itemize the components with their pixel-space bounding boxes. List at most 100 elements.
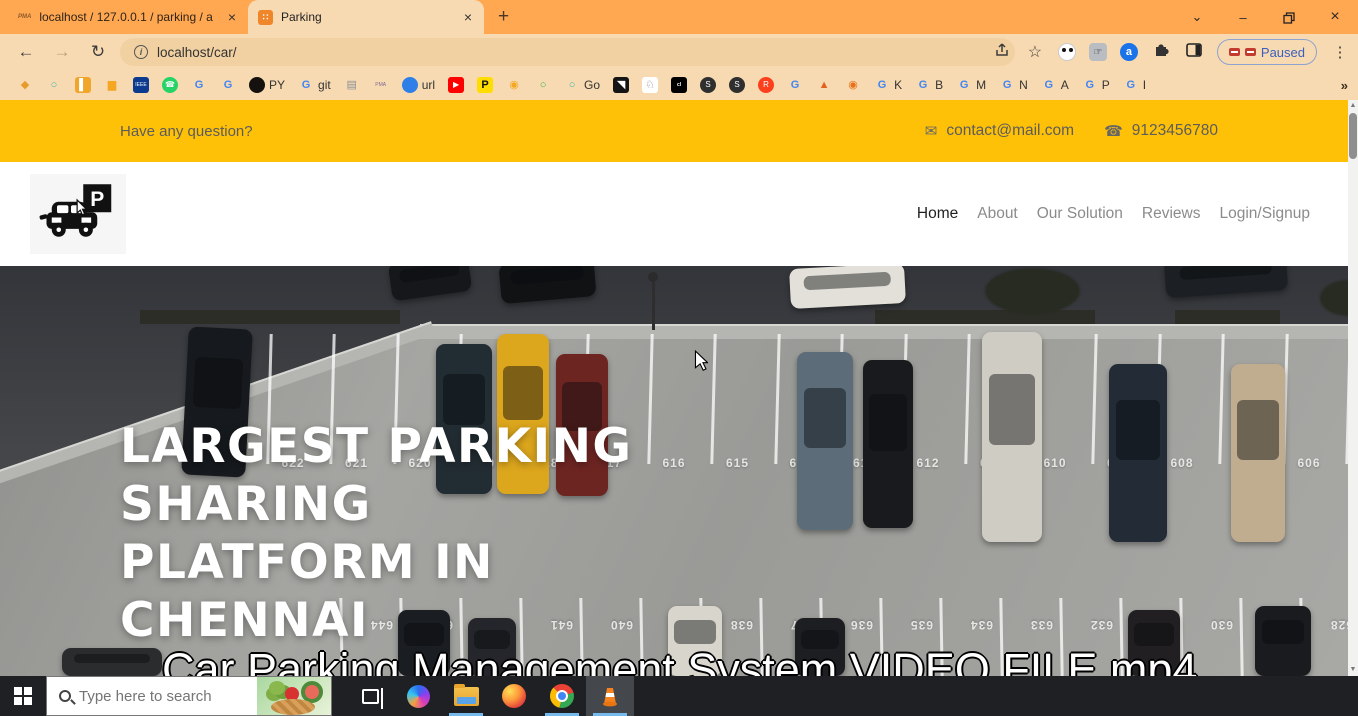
bookmark-google[interactable]: G xyxy=(217,77,239,93)
forward-icon[interactable]: → xyxy=(44,42,80,62)
search-input[interactable] xyxy=(79,688,229,705)
godaddy-icon: ○ xyxy=(564,77,580,93)
bookmark-whatsapp[interactable]: ☎ xyxy=(159,77,181,93)
bookmark-godaddy[interactable]: ○ xyxy=(43,77,65,93)
vlc-button[interactable] xyxy=(586,676,634,716)
site-topbar: Have any question? ✉ contact@mail.com ☎ … xyxy=(0,100,1348,162)
downloads-paused-button[interactable]: Paused xyxy=(1217,39,1317,65)
camera-icon: ◉ xyxy=(506,77,522,93)
tab-phpmyadmin[interactable]: PMA localhost / 127.0.0.1 / parking / a … xyxy=(8,0,248,34)
bookmark-s[interactable]: S xyxy=(697,77,719,93)
phone-icon: ☎ xyxy=(1104,122,1123,140)
pointer-extension-icon[interactable]: ☞ xyxy=(1089,43,1107,61)
bookmark-google[interactable]: GN xyxy=(996,77,1031,93)
analytics-icon: ▆ xyxy=(104,77,120,93)
task-view-button[interactable] xyxy=(346,676,394,716)
tab-search-icon[interactable]: ⌄ xyxy=(1174,9,1220,25)
reload-icon[interactable]: ↻ xyxy=(80,42,116,62)
bookmark-diamond[interactable]: ◆ xyxy=(14,77,36,93)
bookmark-google[interactable]: GP xyxy=(1079,77,1113,93)
search-highlight-image[interactable] xyxy=(257,677,331,715)
new-tab-button[interactable]: + xyxy=(498,6,509,28)
bookmark-eye[interactable]: ◉ xyxy=(842,77,864,93)
bookmark-grid[interactable]: ▌ xyxy=(72,77,94,93)
grid-icon: ▌ xyxy=(75,77,91,93)
stall-number: 638 xyxy=(730,618,753,632)
extensions-puzzle-icon[interactable] xyxy=(1151,41,1171,64)
email-link[interactable]: ✉ contact@mail.com xyxy=(925,122,1074,140)
site-logo[interactable]: P xyxy=(30,174,126,254)
bookmark-person[interactable]: ♘ xyxy=(639,77,661,93)
bookmark-google[interactable]: GK xyxy=(871,77,905,93)
bookmarks-overflow-chevron[interactable]: » xyxy=(1341,70,1348,100)
lamppost-head xyxy=(648,272,658,282)
firefox-button[interactable] xyxy=(490,676,538,716)
bookmark-star-icon[interactable]: ☆ xyxy=(1025,42,1045,62)
bookmark-github[interactable]: PY xyxy=(246,77,288,93)
car-windshield xyxy=(1134,623,1174,645)
bookmark-r[interactable]: R xyxy=(755,77,777,93)
nav-home[interactable]: Home xyxy=(917,205,958,223)
bookmark-s[interactable]: S xyxy=(726,77,748,93)
nav-about[interactable]: About xyxy=(977,205,1018,223)
minimize-button[interactable]: – xyxy=(1220,10,1266,25)
bookmark-cl[interactable]: cl xyxy=(668,77,690,93)
bookmark-ieee[interactable]: IEEE xyxy=(130,77,152,93)
google-icon: G xyxy=(787,77,803,93)
nav-our-solution[interactable]: Our Solution xyxy=(1037,205,1123,223)
address-bar[interactable]: i localhost/car/ xyxy=(120,38,1015,66)
bookmark-url[interactable]: url xyxy=(399,77,438,93)
bookmark-google[interactable]: GB xyxy=(912,77,946,93)
bookmark-p[interactable]: P xyxy=(474,77,496,93)
tab-close-icon[interactable]: × xyxy=(462,9,474,25)
bookmark-google[interactable]: GA xyxy=(1038,77,1072,93)
chrome-button[interactable] xyxy=(538,676,586,716)
bookmark-camera[interactable]: ◉ xyxy=(503,77,525,93)
phone-text[interactable]: 9123456780 xyxy=(1132,122,1218,140)
bookmark-godaddy[interactable]: ○Go xyxy=(561,77,603,93)
menu-kebab-icon[interactable]: ⋮ xyxy=(1330,43,1350,61)
phone-link[interactable]: ☎ 9123456780 xyxy=(1104,122,1218,140)
stall-number: 632 xyxy=(1090,618,1113,632)
bookmark-phpmyadmin[interactable]: PMA xyxy=(370,77,392,93)
scroll-down-icon[interactable]: ▼ xyxy=(1348,664,1358,676)
nav-reviews[interactable]: Reviews xyxy=(1142,205,1201,223)
share-icon[interactable] xyxy=(992,41,1012,64)
copilot-button[interactable] xyxy=(394,676,442,716)
parked-car xyxy=(789,266,906,309)
nav-login-signup[interactable]: Login/Signup xyxy=(1220,205,1311,223)
bookmark-google[interactable]: GI xyxy=(1120,77,1149,93)
download-badge-icon xyxy=(1229,48,1240,56)
side-panel-icon[interactable] xyxy=(1184,41,1204,64)
tab-close-icon[interactable]: × xyxy=(226,9,238,25)
bookmark-youtube[interactable]: ▶ xyxy=(445,77,467,93)
bookmark-google[interactable]: Ggit xyxy=(295,77,334,93)
bookmark-google[interactable]: G xyxy=(784,77,806,93)
taskbar-search[interactable] xyxy=(46,676,332,716)
file-explorer-button[interactable] xyxy=(442,676,490,716)
url-text[interactable]: localhost/car/ xyxy=(157,45,237,60)
bookmark-google[interactable]: GM xyxy=(953,77,989,93)
bookmark-analytics[interactable]: ▆ xyxy=(101,77,123,93)
panda-extension-icon[interactable] xyxy=(1058,43,1076,61)
site-info-icon[interactable]: i xyxy=(134,45,148,59)
scroll-up-icon[interactable]: ▲ xyxy=(1348,100,1358,112)
tab-parking[interactable]: ∷ Parking × xyxy=(248,0,484,34)
bookmark-device[interactable]: ▤ xyxy=(341,77,363,93)
close-button[interactable]: × xyxy=(1312,8,1358,26)
page-scrollbar[interactable]: ▲ ▼ xyxy=(1348,100,1358,676)
scrollbar-thumb[interactable] xyxy=(1349,113,1357,159)
bookmark-google[interactable]: G xyxy=(188,77,210,93)
car-windshield xyxy=(989,374,1035,445)
start-button[interactable] xyxy=(0,676,46,716)
restore-button[interactable] xyxy=(1266,10,1312,25)
bookmark-ring[interactable]: ○ xyxy=(532,77,554,93)
device-icon: ▤ xyxy=(344,77,360,93)
a-extension-icon[interactable]: a xyxy=(1120,43,1138,61)
bookmark-bird[interactable]: ◥ xyxy=(610,77,632,93)
car-windshield xyxy=(803,272,891,290)
bookmark-matlab[interactable]: ▲ xyxy=(813,77,835,93)
p-icon: P xyxy=(477,77,493,93)
back-icon[interactable]: ← xyxy=(8,42,44,62)
email-text[interactable]: contact@mail.com xyxy=(946,122,1074,140)
